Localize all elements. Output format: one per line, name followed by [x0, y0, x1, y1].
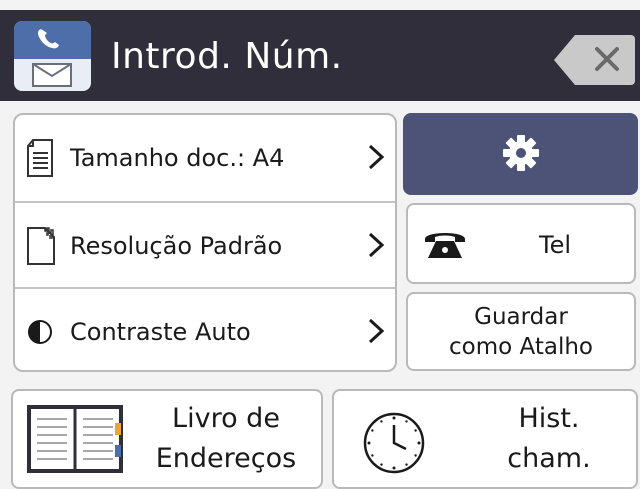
- backspace-button[interactable]: [553, 32, 635, 88]
- address-book-label: Livro de Endereços: [155, 403, 297, 474]
- chevron-right-icon: [368, 144, 385, 170]
- address-book-button[interactable]: Livro de Endereços: [11, 389, 323, 489]
- chevron-right-icon: [368, 232, 385, 258]
- fax-icon: [13, 20, 92, 92]
- resolution-icon: [27, 226, 55, 265]
- settings-list: Tamanho doc.: A4 Resolução Padrão Contra…: [13, 113, 397, 372]
- setting-resolution[interactable]: Resolução Padrão: [15, 201, 395, 288]
- address-book-icon: [27, 405, 123, 473]
- tel-label: Tel: [539, 231, 572, 259]
- call-history-button[interactable]: Hist. cham.: [332, 389, 638, 489]
- shortcut-label-line2: como Atalho: [449, 333, 593, 360]
- telephone-icon: [425, 233, 465, 258]
- chevron-right-icon: [368, 318, 385, 344]
- call-history-label: Hist. cham.: [507, 403, 591, 474]
- setting-label: Resolução Padrão: [70, 231, 283, 260]
- setting-document-size[interactable]: Tamanho doc.: A4: [15, 115, 395, 200]
- shortcut-label-line1: Guardar: [474, 303, 568, 330]
- setting-label: Contraste Auto: [70, 317, 251, 346]
- setting-contrast[interactable]: Contraste Auto: [15, 287, 395, 370]
- clock-icon: [363, 412, 425, 474]
- setting-label: Tamanho doc.: A4: [70, 143, 285, 172]
- page-title: Introd. Núm.: [111, 36, 343, 77]
- settings-button[interactable]: [403, 113, 638, 195]
- backspace-icon: [554, 35, 635, 85]
- contrast-icon: [28, 319, 52, 344]
- save-shortcut-button[interactable]: Guardar como Atalho: [406, 292, 636, 371]
- document-icon: [27, 138, 53, 177]
- gear-icon: [503, 135, 539, 171]
- tel-button[interactable]: Tel: [406, 203, 636, 284]
